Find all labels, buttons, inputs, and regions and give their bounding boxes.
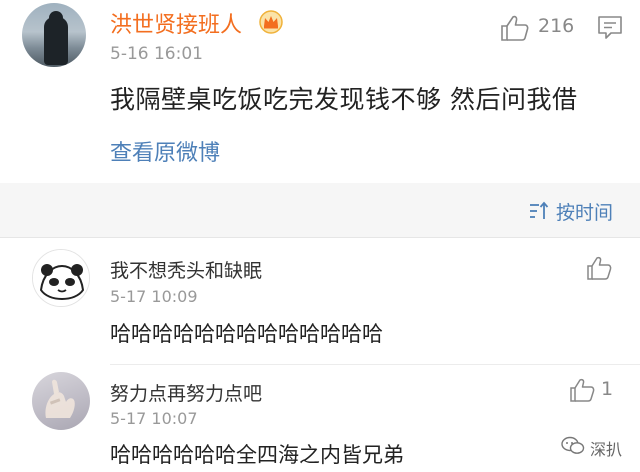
comment-timestamp: 5-17 10:09 — [110, 287, 198, 306]
thumbs-up-icon[interactable] — [569, 377, 595, 403]
post-author-avatar[interactable] — [22, 3, 86, 67]
view-original-link[interactable]: 查看原微博 — [110, 135, 220, 167]
comment-like-count: 1 — [601, 378, 614, 400]
post-timestamp: 5-16 16:01 — [110, 44, 203, 64]
divider — [0, 237, 640, 238]
commenter-avatar[interactable] — [32, 249, 90, 307]
comment-icon[interactable] — [597, 14, 623, 40]
sort-by-time-button[interactable]: 按时间 — [556, 198, 613, 225]
panda-avatar-icon — [33, 250, 89, 306]
hand-photo-avatar-icon — [45, 379, 75, 418]
commenter-avatar[interactable] — [32, 372, 90, 430]
crown-badge-icon — [259, 10, 283, 34]
commenter-name[interactable]: 努力点再努力点吧 — [110, 379, 262, 406]
thumbs-up-icon[interactable] — [500, 14, 530, 42]
watermark-text: 深扒 — [590, 440, 623, 459]
post-like-count: 216 — [538, 15, 575, 37]
commenter-name[interactable]: 我不想秃头和缺眠 — [110, 256, 262, 283]
post-body-text: 我隔壁桌吃饭吃完发现钱不够 然后问我借 — [110, 85, 578, 114]
avatar-figure-shape — [44, 17, 68, 65]
comment-text: 哈哈哈哈哈哈哈哈哈哈哈哈哈 — [110, 322, 383, 346]
weibo-post: 洪世贤接班人 5-16 16:01 216 我隔壁桌吃饭吃完发现钱不够 然后问我… — [0, 0, 640, 183]
comment-divider — [110, 364, 640, 365]
comment-timestamp: 5-17 10:07 — [110, 409, 198, 428]
comment-text: 哈哈哈哈哈哈全四海之内皆兄弟 — [110, 443, 404, 467]
sort-icon[interactable] — [528, 200, 550, 222]
thumbs-up-icon[interactable] — [586, 255, 612, 281]
wechat-icon — [561, 436, 585, 454]
post-author-name[interactable]: 洪世贤接班人 — [110, 7, 242, 39]
